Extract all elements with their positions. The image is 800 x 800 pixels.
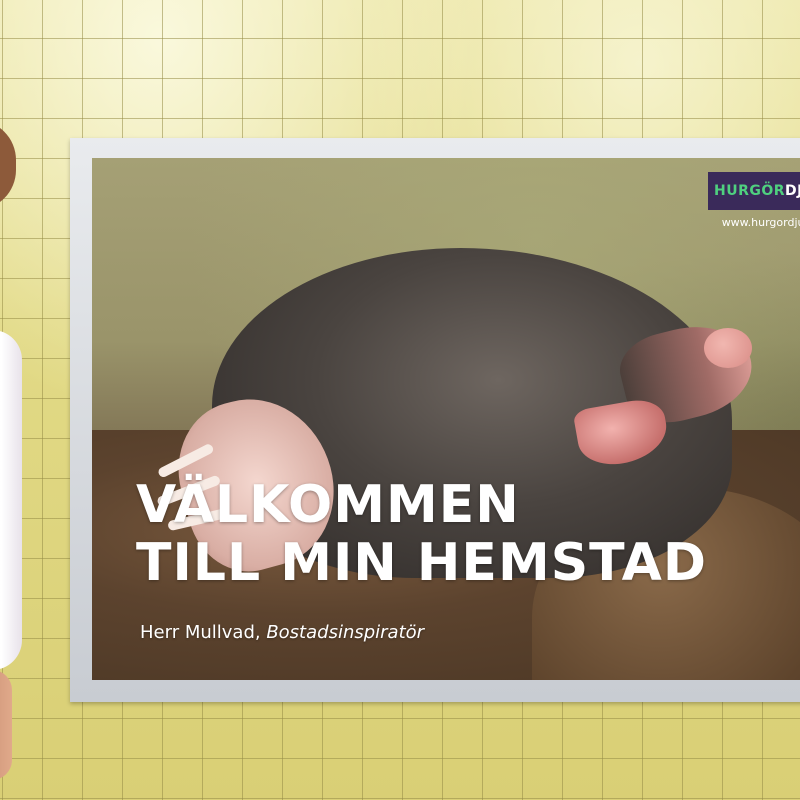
poster-headline: VÄLKOMMEN TILL MIN HEMSTAD	[136, 476, 707, 592]
headline-line-1: VÄLKOMMEN	[136, 475, 520, 535]
person-arm	[0, 330, 22, 670]
person-hair	[0, 120, 16, 210]
subline-title: Bostadsinspiratör	[266, 622, 425, 643]
poster-subline: Herr Mullvad, Bostadsinspiratör	[140, 622, 424, 643]
person-hand	[0, 670, 12, 780]
headline-line-2: TILL MIN HEMSTAD	[136, 533, 707, 593]
subway-wall: HURGÖRDJUR www.hurgordjur.se VÄLKOMMEN T…	[0, 0, 800, 800]
mole-nose	[704, 328, 752, 368]
brand-url: www.hurgordjur.se	[721, 216, 800, 229]
brand-logo-part1: HURGÖR	[713, 183, 786, 199]
poster-frame: HURGÖRDJUR www.hurgordjur.se VÄLKOMMEN T…	[70, 138, 800, 702]
advertisement-poster: HURGÖRDJUR www.hurgordjur.se VÄLKOMMEN T…	[92, 158, 800, 680]
brand-logo-part2: DJUR	[785, 183, 800, 199]
brand-logo: HURGÖRDJUR	[708, 172, 800, 210]
person-partial	[0, 120, 50, 780]
subline-name: Herr Mullvad,	[140, 622, 267, 643]
